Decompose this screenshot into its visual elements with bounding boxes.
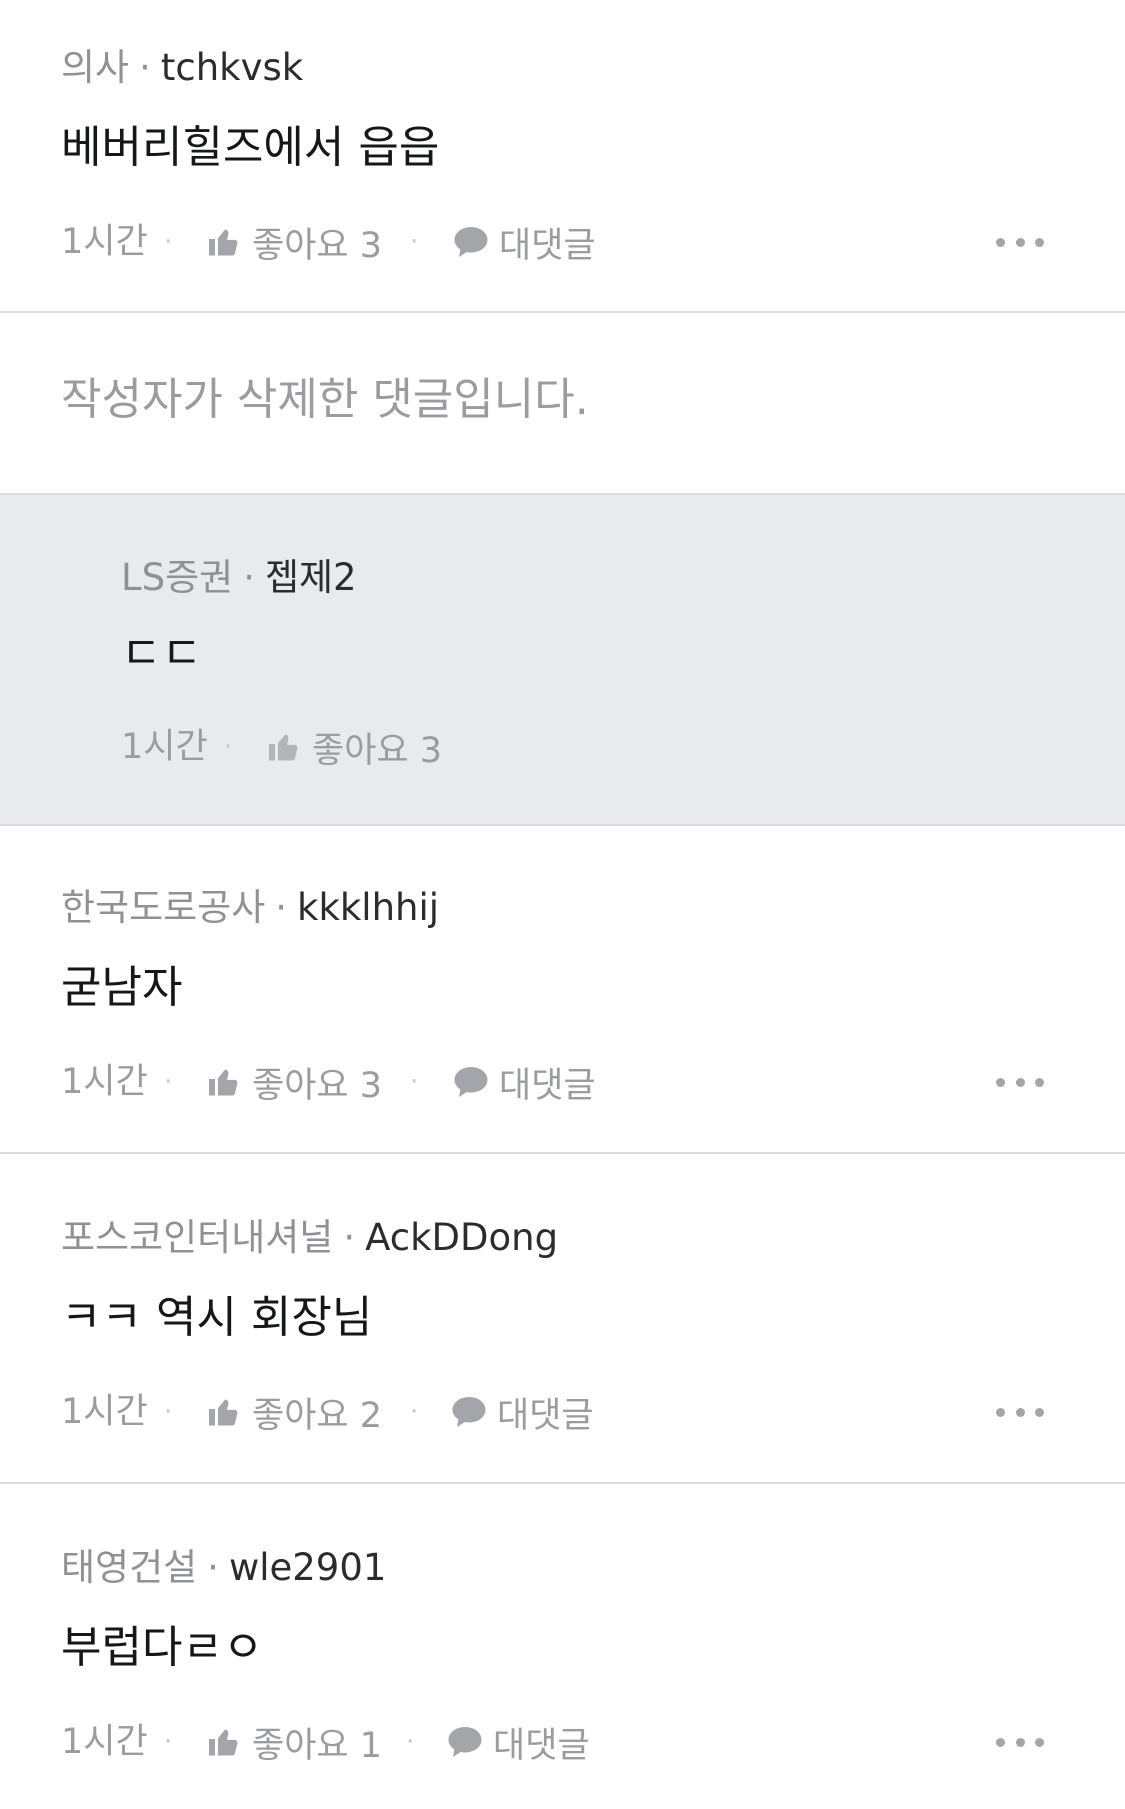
comment-text: 굳남자 — [61, 962, 183, 1013]
reply-button[interactable]: 대댓글 — [451, 1388, 594, 1436]
company-name: 한국도로공사 — [61, 886, 266, 929]
speech-bubble-icon — [452, 1397, 486, 1427]
nested-reply: LS증권 · 젭제2 ㄷㄷ 1시간 · 좋아요 3 — [0, 495, 1125, 824]
action-separator: · — [164, 1067, 173, 1097]
comment-meta: 한국도로공사 · kkklhhij — [61, 886, 439, 930]
speech-bubble-icon — [454, 227, 488, 257]
comment-time: 1시간 — [121, 727, 208, 767]
company-name: 의사 — [61, 46, 130, 89]
author-nickname[interactable]: wle2901 — [229, 1546, 386, 1589]
like-label: 좋아요 3 — [252, 225, 382, 266]
comment-time: 1시간 — [61, 1722, 148, 1762]
speech-bubble-icon — [448, 1727, 482, 1757]
reply-label: 대댓글 — [499, 1065, 596, 1106]
action-separator: · — [410, 1067, 419, 1097]
reply-button[interactable]: 대댓글 — [447, 1718, 590, 1766]
reply-label: 대댓글 — [499, 225, 596, 266]
author-nickname[interactable]: kkklhhij — [297, 886, 439, 929]
like-button[interactable]: 좋아요 2 — [206, 1388, 382, 1436]
meta-separator: · — [207, 1546, 219, 1589]
comment-actions: 1시간 · 좋아요 3 · 대댓글 — [61, 1058, 1061, 1106]
divider — [0, 311, 1125, 313]
like-label: 좋아요 3 — [312, 730, 442, 771]
comment-time: 1시간 — [61, 1392, 148, 1432]
author-nickname[interactable]: tchkvsk — [161, 46, 303, 89]
divider — [0, 1482, 1125, 1484]
more-options-icon[interactable] — [996, 1398, 1044, 1426]
like-button[interactable]: 좋아요 3 — [206, 1058, 382, 1106]
action-separator: · — [164, 1727, 173, 1757]
thumbs-up-icon — [269, 734, 298, 761]
company-name: 태영건설 — [61, 1546, 198, 1589]
more-options-icon[interactable] — [996, 1728, 1044, 1756]
like-label: 좋아요 1 — [252, 1725, 382, 1766]
thumbs-up-icon — [209, 1399, 238, 1426]
comment-actions: 1시간 · 좋아요 2 · 대댓글 — [61, 1388, 1061, 1436]
comment-time: 1시간 — [61, 222, 148, 262]
divider — [0, 824, 1125, 826]
like-label: 좋아요 2 — [252, 1395, 382, 1436]
meta-separator: · — [275, 886, 288, 929]
comment-actions: 1시간 · 좋아요 3 — [121, 723, 1121, 771]
comment-actions: 1시간 · 좋아요 1 · 대댓글 — [61, 1718, 1061, 1766]
reply-label: 대댓글 — [497, 1395, 594, 1436]
meta-separator: · — [343, 1216, 356, 1259]
thumbs-up-icon — [209, 229, 238, 256]
comment-actions: 1시간 · 좋아요 3 · 대댓글 — [61, 218, 1061, 266]
like-button[interactable]: 좋아요 1 — [206, 1718, 382, 1766]
author-nickname[interactable]: 젭제2 — [265, 556, 357, 599]
deleted-comment-notice: 작성자가 삭제한 댓글입니다. — [61, 374, 589, 425]
comment-meta: 태영건설 · wle2901 — [61, 1546, 386, 1590]
company-name: LS증권 — [121, 556, 234, 599]
divider — [0, 1152, 1125, 1154]
action-separator: · — [164, 1397, 173, 1427]
reply-button[interactable]: 대댓글 — [453, 218, 596, 266]
like-button[interactable]: 좋아요 3 — [206, 218, 382, 266]
action-separator: · — [406, 1727, 415, 1757]
action-separator: · — [410, 1397, 419, 1427]
meta-separator: · — [243, 556, 255, 599]
thumbs-up-icon — [209, 1729, 238, 1756]
like-button[interactable]: 좋아요 3 — [266, 723, 442, 771]
comment-meta: 의사 · tchkvsk — [61, 46, 303, 90]
author-nickname[interactable]: AckDDong — [365, 1216, 558, 1259]
action-separator: · — [410, 227, 419, 257]
action-separator: · — [224, 732, 233, 762]
comment-text: 베버리힐즈에서 읍읍 — [61, 122, 440, 173]
comment-text: ㅋㅋ 역시 회장님 — [61, 1292, 373, 1343]
comment-text: ㄷㄷ — [121, 628, 202, 679]
thumbs-up-icon — [209, 1069, 238, 1096]
reply-label: 대댓글 — [493, 1725, 590, 1766]
comment-time: 1시간 — [61, 1062, 148, 1102]
company-name: 포스코인터내셔널 — [61, 1216, 334, 1259]
speech-bubble-icon — [454, 1067, 488, 1097]
comment-meta: LS증권 · 젭제2 — [121, 556, 357, 600]
reply-button[interactable]: 대댓글 — [453, 1058, 596, 1106]
like-label: 좋아요 3 — [252, 1065, 382, 1106]
more-options-icon[interactable] — [996, 1068, 1044, 1096]
action-separator: · — [164, 227, 173, 257]
meta-separator: · — [139, 46, 151, 89]
comment-text: 부럽다ㄹㅇ — [61, 1622, 264, 1673]
comment-meta: 포스코인터내셔널 · AckDDong — [61, 1216, 558, 1260]
more-options-icon[interactable] — [996, 228, 1044, 256]
